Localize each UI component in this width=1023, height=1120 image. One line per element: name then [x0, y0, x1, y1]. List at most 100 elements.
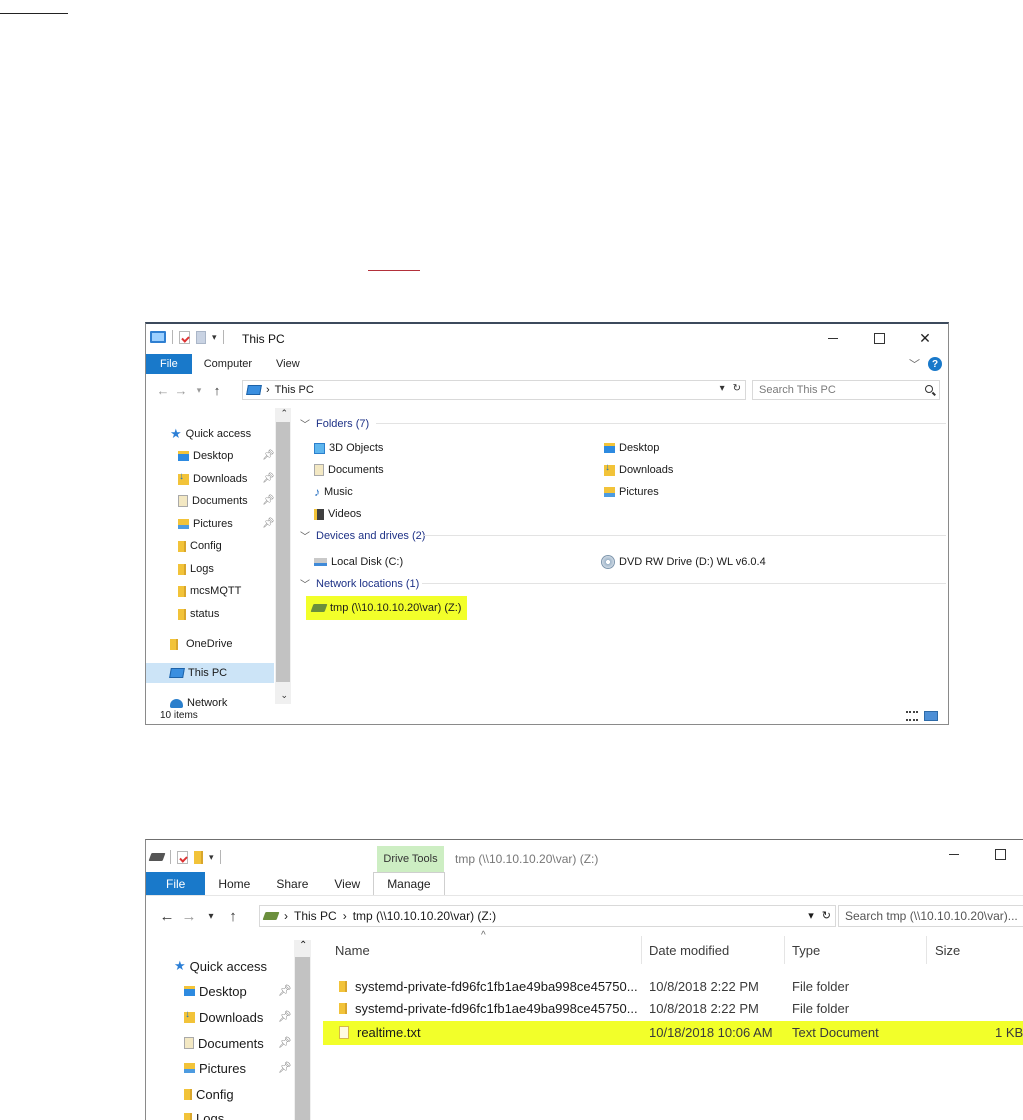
folder-icon: [178, 563, 186, 575]
sidebar-item-downloads[interactable]: Downloads: [184, 1005, 263, 1029]
sidebar-item-pictures[interactable]: Pictures: [178, 514, 233, 534]
sidebar-item-documents[interactable]: Documents: [184, 1031, 264, 1055]
recent-locations-icon[interactable]: ▾: [190, 385, 208, 396]
tab-manage[interactable]: Manage: [373, 872, 445, 895]
help-icon[interactable]: ?: [928, 357, 942, 371]
address-dropdown-icon[interactable]: ▾: [808, 909, 814, 922]
folder-desktop[interactable]: Desktop: [604, 438, 659, 458]
collapse-chevron-icon[interactable]: ﹀: [300, 528, 310, 543]
sidebar-item-config[interactable]: Config: [184, 1082, 234, 1106]
network-location-tmp-z[interactable]: tmp (\\10.10.10.20\var) (Z:): [306, 596, 468, 620]
scroll-up-icon[interactable]: ⌃: [299, 940, 307, 951]
this-pc-window: ▾ This PC ✕ File Computer View ﹀ ? ← → ▾…: [145, 322, 949, 725]
folder-music[interactable]: ♪ Music: [314, 482, 353, 502]
sidebar-scrollbar[interactable]: ⌃ ⌄: [275, 408, 291, 704]
folder-downloads[interactable]: Downloads: [604, 460, 673, 480]
column-header-type[interactable]: Type: [792, 936, 820, 964]
sidebar-item-documents[interactable]: Documents: [178, 491, 248, 511]
breadcrumb-this-pc[interactable]: This PC: [275, 384, 314, 396]
drive-dvd-d[interactable]: DVD RW Drive (D:) WL v6.0.4: [601, 552, 766, 572]
tab-view[interactable]: View: [321, 872, 373, 895]
maximize-button[interactable]: [856, 324, 902, 352]
large-icons-view-icon[interactable]: [924, 711, 938, 721]
pin-icon: 📌︎: [278, 985, 292, 997]
window-title: tmp (\\10.10.10.20\var) (Z:): [455, 852, 599, 866]
refresh-icon[interactable]: ↻: [822, 909, 831, 922]
column-header-name[interactable]: Name: [335, 936, 370, 964]
underlined-link[interactable]: [0, 13, 68, 14]
minimize-button[interactable]: [931, 840, 977, 868]
address-dropdown-icon[interactable]: ▾: [720, 383, 725, 394]
folder-pictures[interactable]: Pictures: [604, 482, 659, 502]
column-header-size[interactable]: Size: [935, 936, 960, 964]
recent-locations-icon[interactable]: ▾: [200, 911, 222, 922]
new-folder-icon[interactable]: [196, 330, 206, 344]
sidebar-item-desktop[interactable]: Desktop: [184, 979, 247, 1003]
address-bar[interactable]: › This PC › tmp (\\10.10.10.20\var) (Z:)…: [259, 905, 836, 927]
tab-computer[interactable]: Computer: [192, 354, 264, 374]
scrollbar-thumb[interactable]: [276, 422, 290, 682]
expand-ribbon-icon[interactable]: ﹀: [909, 356, 920, 372]
file-row-realtime-txt[interactable]: realtime.txt 10/18/2018 10:06 AM Text Do…: [323, 1021, 1023, 1045]
sidebar-item-config[interactable]: Config: [178, 536, 222, 556]
drive-local-disk-c[interactable]: Local Disk (C:): [314, 552, 403, 572]
refresh-icon[interactable]: ↻: [733, 383, 741, 394]
back-button[interactable]: ←: [156, 908, 178, 925]
forward-button[interactable]: →: [172, 383, 190, 398]
tab-file[interactable]: File: [146, 354, 192, 374]
forward-button[interactable]: →: [178, 908, 200, 925]
folder-3d-objects[interactable]: 3D Objects: [314, 438, 383, 458]
sidebar-item-downloads[interactable]: Downloads: [178, 469, 247, 489]
group-header-network[interactable]: ﹀ Network locations (1): [300, 576, 419, 592]
group-header-devices[interactable]: ﹀ Devices and drives (2): [300, 528, 425, 544]
details-view-icon[interactable]: [906, 711, 918, 721]
collapse-chevron-icon[interactable]: ﹀: [300, 416, 310, 431]
sidebar-item-desktop[interactable]: Desktop: [178, 446, 233, 466]
up-button[interactable]: ↑: [222, 908, 244, 925]
properties-icon[interactable]: [177, 850, 188, 864]
address-bar[interactable]: › This PC ▾ ↻: [242, 380, 746, 400]
customize-toolbar-dropdown-icon[interactable]: ▾: [212, 332, 217, 343]
search-input[interactable]: Search This PC: [752, 380, 940, 400]
up-button[interactable]: ↑: [208, 383, 226, 398]
breadcrumb-separator: ›: [284, 909, 288, 923]
sidebar-scrollbar[interactable]: ⌃: [294, 940, 311, 1120]
sidebar-item-pictures[interactable]: Pictures: [184, 1056, 246, 1080]
scroll-down-icon[interactable]: ⌄: [280, 690, 288, 701]
tab-home[interactable]: Home: [205, 872, 263, 895]
file-row[interactable]: systemd-private-fd96fc1fb1ae49ba998ce457…: [323, 976, 1023, 998]
scroll-up-icon[interactable]: ⌃: [280, 408, 288, 419]
sidebar-item-quick-access[interactable]: ★ Quick access: [170, 424, 251, 444]
sidebar-item-logs[interactable]: Logs: [178, 559, 214, 579]
sidebar-item-quick-access[interactable]: ★ Quick access: [174, 954, 267, 978]
folder-videos[interactable]: Videos: [314, 504, 361, 524]
scrollbar-thumb[interactable]: [295, 957, 310, 1120]
file-row[interactable]: systemd-private-fd96fc1fb1ae49ba998ce457…: [323, 998, 1023, 1020]
tab-file[interactable]: File: [146, 872, 206, 895]
column-header-date-modified[interactable]: Date modified: [649, 936, 729, 964]
sidebar-item-this-pc[interactable]: This PC: [146, 663, 274, 683]
properties-icon[interactable]: [179, 330, 190, 344]
collapse-chevron-icon[interactable]: ﹀: [300, 576, 310, 591]
tab-share[interactable]: Share: [263, 872, 321, 895]
tab-view[interactable]: View: [264, 354, 312, 374]
maximize-button[interactable]: [977, 840, 1023, 868]
close-button[interactable]: ✕: [902, 324, 948, 352]
customize-toolbar-dropdown-icon[interactable]: ▾: [209, 852, 214, 863]
breadcrumb-this-pc[interactable]: This PC: [294, 909, 337, 923]
search-icon: [925, 385, 933, 393]
group-header-folders[interactable]: ﹀ Folders (7): [300, 416, 369, 432]
new-folder-icon[interactable]: [194, 850, 203, 864]
back-button[interactable]: ←: [154, 383, 172, 398]
navigation-bar: ← → ▾ ↑ › This PC › tmp (\\10.10.10.20\v…: [146, 902, 1023, 930]
folder-documents[interactable]: Documents: [314, 460, 384, 480]
search-input[interactable]: Search tmp (\\10.10.10.20\var)...: [838, 905, 1023, 927]
sidebar-item-mcsmqtt[interactable]: mcsMQTT: [178, 581, 241, 601]
underlined-link-red[interactable]: [368, 270, 420, 271]
minimize-button[interactable]: [810, 324, 856, 352]
sidebar-item-onedrive[interactable]: OneDrive: [170, 634, 232, 654]
sidebar-item-logs[interactable]: Logs: [184, 1106, 224, 1120]
star-icon: ★: [174, 958, 186, 973]
sidebar-item-status[interactable]: status: [178, 604, 219, 624]
breadcrumb-tmp[interactable]: tmp (\\10.10.10.20\var) (Z:): [353, 909, 496, 923]
